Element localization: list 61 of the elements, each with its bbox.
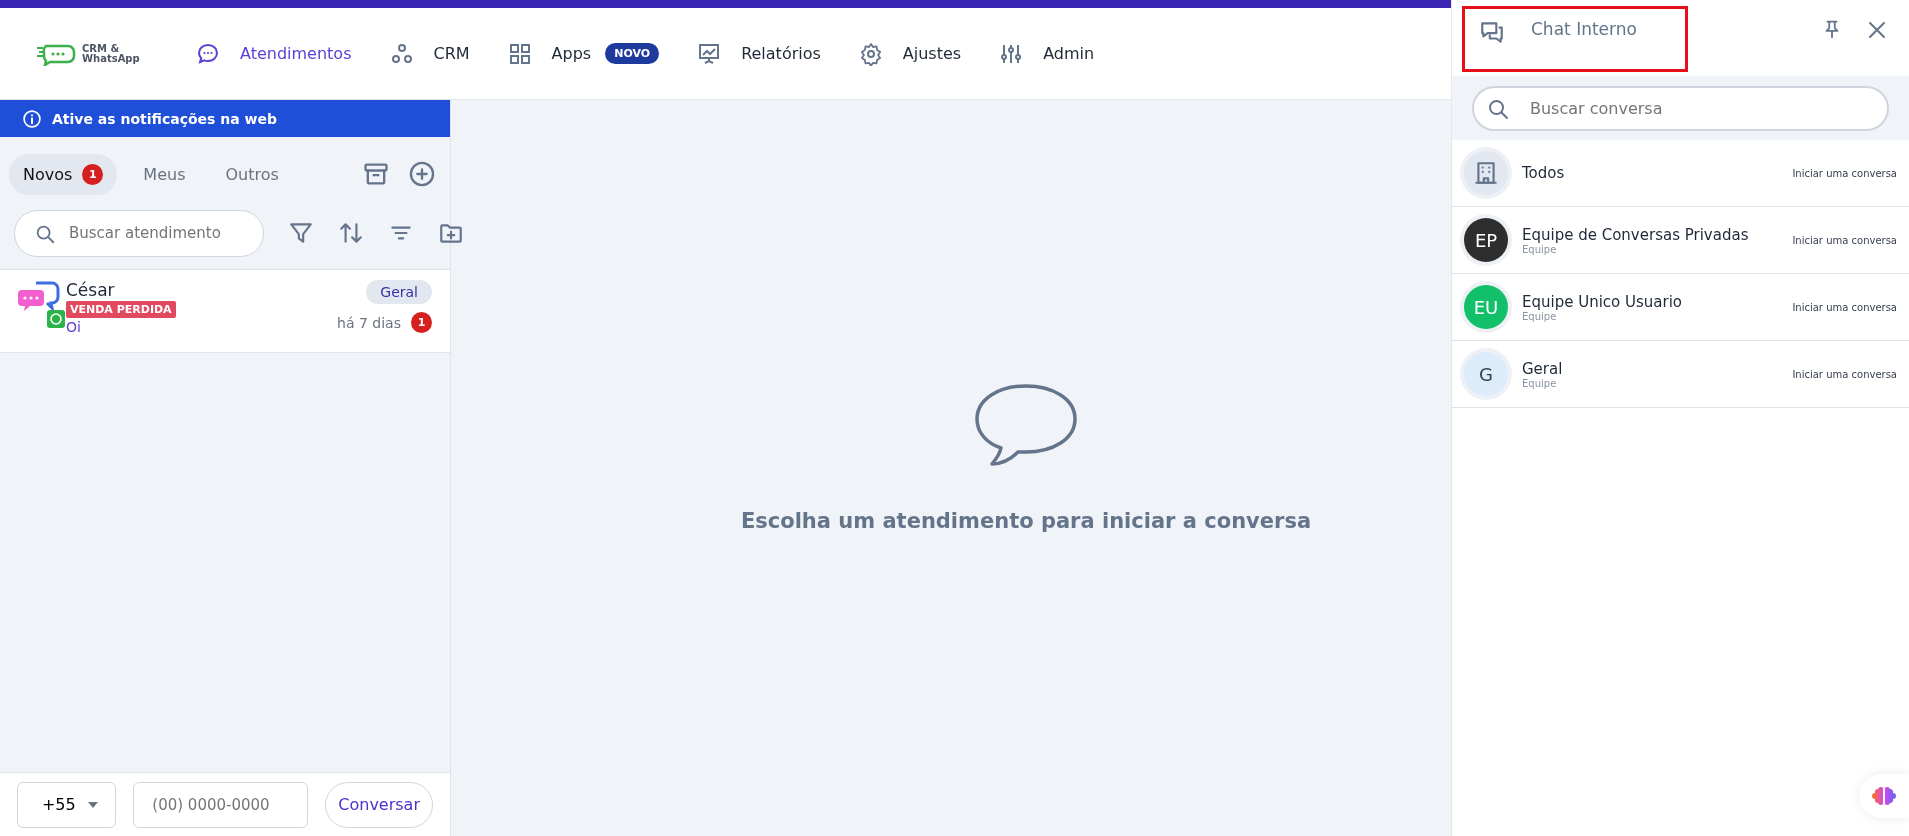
chat-name: Equipe Unico Usuario: [1522, 292, 1684, 311]
sort-arrows-icon[interactable]: [338, 220, 364, 246]
count-badge: 1: [82, 163, 104, 185]
start-chat-link[interactable]: Iniciar uma conversa: [1792, 167, 1897, 179]
message-preview: Oi: [66, 319, 82, 335]
start-chat-link[interactable]: Iniciar uma conversa: [1792, 301, 1897, 313]
nav-item[interactable]: CRM: [389, 41, 470, 66]
tab[interactable]: Outros: [211, 154, 293, 194]
chat-whatsapp-icon: [18, 280, 66, 330]
panel-title: Chat Interno: [1531, 19, 1637, 39]
nav-item[interactable]: Relatórios: [697, 41, 821, 66]
chat-list-item[interactable]: G Geral Equipe Iniciar uma conversa: [1452, 341, 1909, 408]
phone-field[interactable]: (00) 0000-0000: [133, 781, 309, 828]
chat-subtitle: Equipe: [1522, 310, 1558, 322]
search-field[interactable]: Buscar conversa: [1472, 86, 1889, 131]
filter-icon[interactable]: [288, 220, 314, 246]
tab[interactable]: Novos 1: [9, 153, 118, 195]
chart-board-icon[interactable]: [697, 41, 722, 66]
grid-icon[interactable]: [507, 41, 532, 66]
chat-name: Geral: [1522, 359, 1564, 378]
tab[interactable]: Meus: [129, 154, 200, 194]
chat-list-item[interactable]: EU Equipe Unico Usuario Equipe Iniciar uma conversa: [1452, 274, 1909, 341]
nav-item[interactable]: Atendimentos: [196, 41, 352, 66]
start-chat-link[interactable]: Iniciar uma conversa: [1792, 368, 1897, 380]
speech-bubble-icon: [974, 383, 1078, 469]
chat-subtitle: Equipe: [1522, 243, 1558, 255]
unread-badge: 1: [411, 312, 432, 333]
chat-list-item[interactable]: EP Equipe de Conversas Privadas Equipe Iniciar uma conversa: [1452, 207, 1909, 274]
info-icon: [22, 108, 42, 129]
nav-item[interactable]: Admin: [999, 41, 1095, 66]
nav-item[interactable]: Apps NOVO: [507, 41, 660, 66]
circles-icon[interactable]: [389, 41, 414, 66]
chat-bubbles-icon: [1479, 19, 1505, 45]
gear-icon[interactable]: [858, 41, 883, 66]
chat-name: Equipe de Conversas Privadas: [1522, 225, 1750, 244]
country-code-select[interactable]: +55: [17, 781, 117, 828]
empty-state-text: Escolha um atendimento para iniciar a conversa: [740, 509, 1312, 533]
notice-text: Ative as notificações na web: [52, 110, 278, 127]
nav-item[interactable]: Ajustes: [858, 41, 962, 66]
chat-list-item[interactable]: Todos Iniciar uma conversa: [1452, 140, 1909, 207]
avatar: EP: [1464, 218, 1508, 262]
queue-tag: Geral: [366, 280, 432, 304]
chat-subtitle: Equipe: [1522, 377, 1558, 389]
avatar: G: [1464, 352, 1508, 396]
chat-bubble-icon[interactable]: [196, 41, 220, 66]
conversar-button[interactable]: Conversar: [325, 781, 433, 828]
conversation-item[interactable]: César VENDA PERDIDA Oi Geral há 7 dias 1: [0, 269, 450, 353]
add-circle-icon[interactable]: [408, 160, 436, 188]
search-field[interactable]: Buscar atendimento: [14, 209, 264, 257]
contact-name: César: [66, 280, 116, 300]
chat-name: Todos: [1522, 164, 1566, 182]
assistant-button[interactable]: [1859, 774, 1909, 818]
logo-text: CRM & WhatsApp: [82, 43, 141, 64]
timestamp: há 7 dias: [337, 314, 401, 331]
caret-icon: [87, 800, 100, 809]
brain-icon[interactable]: [1872, 784, 1896, 808]
avatar: EU: [1464, 285, 1508, 329]
building-icon: [1473, 160, 1499, 186]
start-chat-link[interactable]: Iniciar uma conversa: [1792, 234, 1897, 246]
new-badge: NOVO: [605, 43, 660, 64]
status-tag: VENDA PERDIDA: [66, 301, 176, 318]
